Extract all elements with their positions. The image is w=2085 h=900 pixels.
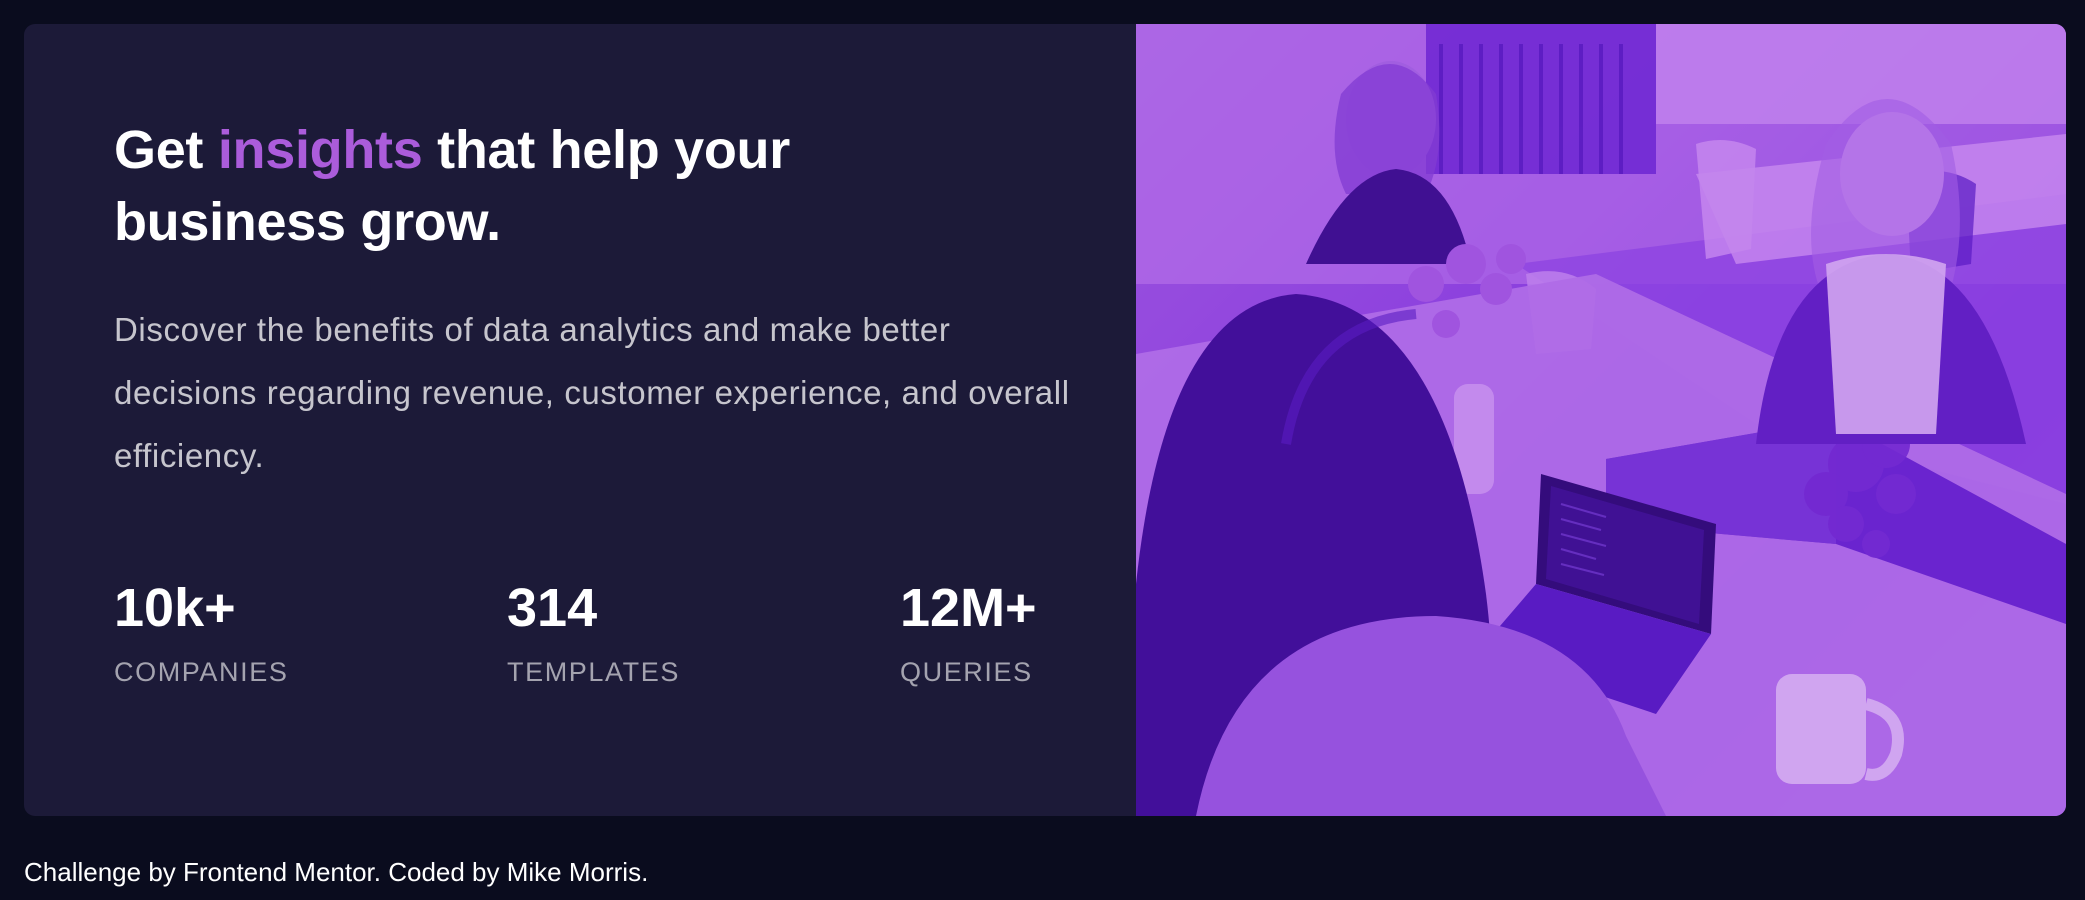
stat-queries: 12M+ QUERIES [900,576,1037,692]
stat-value: 314 [507,578,598,638]
stat-value: 12M+ [900,578,1037,638]
headline-prefix: Get [114,120,218,180]
stat-label: TEMPLATES [507,657,680,687]
footer-attribution: Challenge by Frontend Mentor. Coded by M… [24,857,649,887]
stats-preview-card: Get insights that help your business gro… [24,24,2066,816]
stat-value: 10k+ [114,578,236,638]
office-photo-illustration [1136,24,2066,816]
card-content: Get insights that help your business gro… [24,24,1136,816]
page: Get insights that help your business gro… [0,0,2085,900]
stat-companies: 10k+ COMPANIES [114,576,288,692]
office-team-image [1136,24,2066,816]
headline: Get insights that help your business gro… [114,114,874,258]
description: Discover the benefits of data analytics … [114,311,1070,474]
stat-label: COMPANIES [114,657,289,687]
stat-label: QUERIES [900,657,1033,687]
headline-accent: insights [217,120,423,180]
stat-templates: 314 TEMPLATES [507,576,680,692]
